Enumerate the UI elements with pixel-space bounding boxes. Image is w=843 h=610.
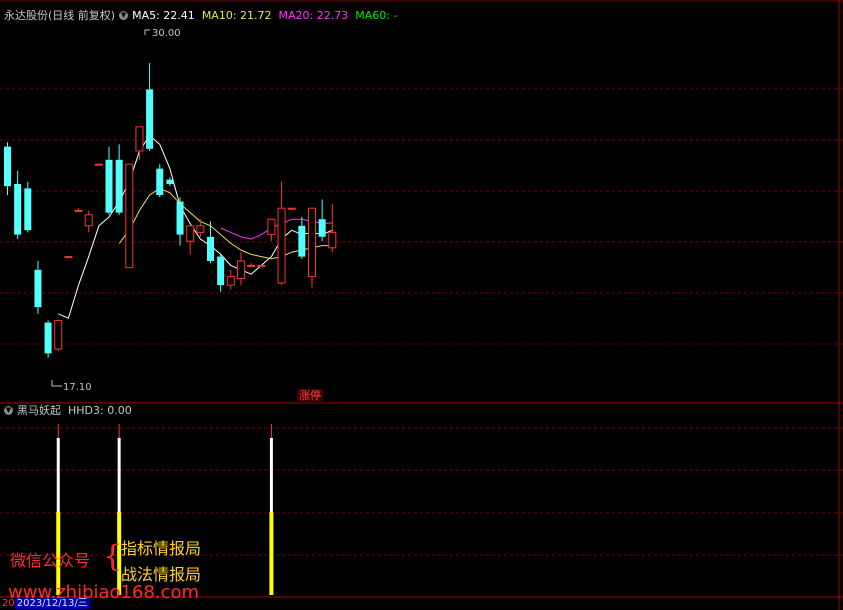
candle [14,170,22,239]
signal-upper [117,438,121,512]
candle-body-down [176,201,184,235]
candle-body-down [298,225,306,257]
candle [125,163,134,269]
ma20-value: MA20: 22.73 [278,9,349,22]
candle-body-up [287,207,296,210]
moving-average-lines [58,134,333,319]
candle [44,320,52,358]
candle-body-down [156,168,164,195]
candle [105,146,113,215]
candle [34,261,42,314]
ma-settings-icon[interactable]: ▼ [119,11,129,20]
candle [24,181,32,233]
limit-up-badge: 涨停 [297,389,323,403]
candle-body-up [226,275,235,286]
indicator-value: HHD3: 0.00 [68,404,132,417]
candle-body-down [14,184,22,235]
ma60-value: MA60: - [355,9,398,22]
candle-body-up [64,256,73,259]
candle-body-down [207,236,214,261]
candle-body-up [328,231,337,249]
indicator-header: ▼ 黑马妖起 HHD3: 0.00 [4,404,132,418]
candle [236,252,245,286]
candle [247,263,256,268]
candle-body-up [125,163,134,269]
candle [146,63,154,151]
candle [4,142,11,195]
watermark-wechat-label: 微信公众号 [10,551,91,570]
cursor-date-label: 20 2023/12/13/三 [2,598,90,610]
candle [74,208,83,212]
candle [176,197,184,246]
candle-body-up [135,126,144,152]
candle [156,164,164,198]
candle [135,126,144,160]
ma10-value: MA10: 21.72 [201,9,272,22]
signal-bar [269,424,274,595]
candle-body-up [196,225,205,233]
high-arrow-icon [144,29,150,35]
candle-body-up [94,163,103,166]
low-price-label: 17.10 [63,382,92,393]
candle-body-down [318,219,326,237]
indicator-settings-icon[interactable]: ▼ [4,406,13,415]
stock-name[interactable]: 永达股份 [4,9,48,22]
candle-body-down [34,269,42,308]
candle-body-down [146,89,154,149]
candle-body-up [74,209,83,212]
candle-body-down [24,188,32,231]
candle [64,256,73,259]
stock-header: 永达股份(日线 前复权) ▼ MA5: 22.41 MA10: 21.72 MA20… [4,9,397,23]
date-value: 2023/12/13/三 [14,598,90,609]
candle [84,210,93,233]
candle [328,203,337,253]
indicator-name[interactable]: 黑马妖起 [17,404,61,417]
candle-body-down [115,159,123,213]
stock-chart-canvas[interactable]: 30.00 17.10 [0,0,843,610]
chart-period[interactable]: (日线 前复权) [48,9,115,22]
candle-body-up [54,319,63,350]
candle [186,225,195,255]
candle-body-up [277,207,286,284]
candle-body-down [4,146,11,187]
candle [298,217,306,259]
candle [94,163,103,166]
candle [196,219,205,237]
candle-body-up [257,264,266,267]
ma5-line [58,134,333,319]
watermark-line1: 指标情报局 [121,539,202,558]
candle [217,254,225,292]
candle-body-down [44,322,52,354]
watermark-brace: { [103,539,123,574]
candle [267,218,276,242]
candle [318,199,326,242]
candle-body-down [105,159,113,213]
signal-upper [56,438,60,512]
candle-body-up [236,260,245,280]
candle [226,269,235,290]
candle [115,144,123,215]
candle [54,319,63,352]
candle [277,181,286,286]
ma5-value: MA5: 22.41 [132,9,195,22]
candle-body-down [217,256,225,286]
candlestick-series [4,63,337,358]
candle-body-down [166,179,174,184]
high-price-label: 30.00 [152,28,181,39]
candle [308,207,316,288]
candle-body-up [308,207,316,277]
candle-body-up [247,264,256,267]
date-prefix: 20 [2,598,15,609]
candle-body-up [84,214,93,227]
low-arrow-icon [51,380,62,387]
candle-body-up [186,225,195,242]
candle [287,207,296,210]
price-grid [0,0,843,610]
candle [257,264,266,267]
signal-lower [269,512,274,595]
signal-upper [269,438,273,512]
candle-body-up [267,218,276,236]
